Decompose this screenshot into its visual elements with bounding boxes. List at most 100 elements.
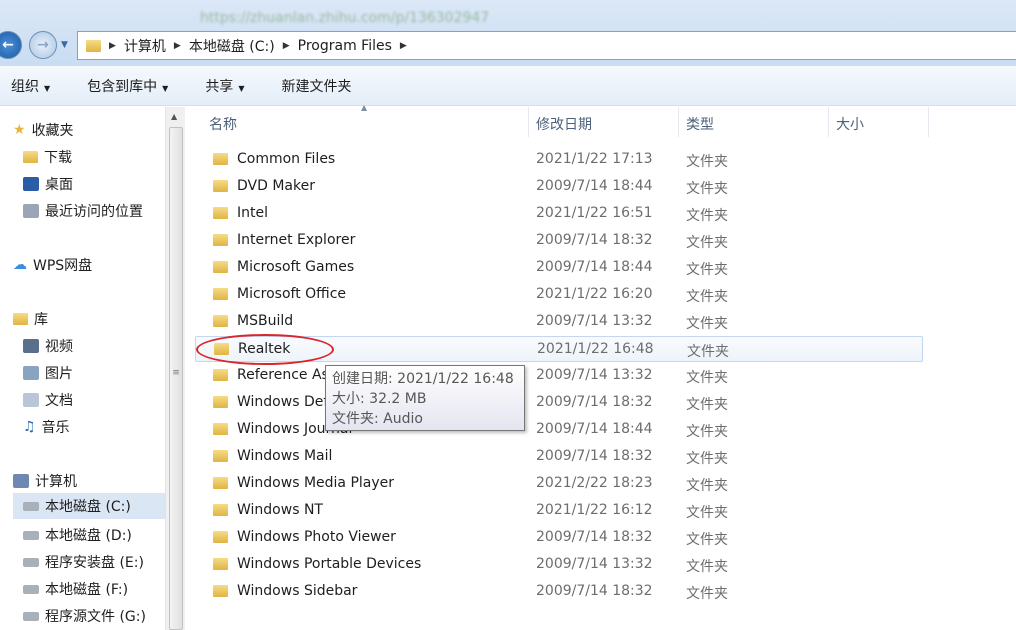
organize-button[interactable]: 组织▼ xyxy=(11,76,50,96)
file-date: 2009/7/14 18:32 xyxy=(536,232,653,248)
folder-icon xyxy=(213,234,228,246)
command-bar: 组织▼ 包含到库中▼ 共享▼ 新建文件夹 xyxy=(0,66,1016,106)
nav-recent[interactable]: 最近访问的位置 xyxy=(23,201,143,221)
nav-label: 视频 xyxy=(45,336,73,356)
breadcrumb-arrow-icon[interactable]: ▶ xyxy=(109,41,116,51)
nav-label: 最近访问的位置 xyxy=(45,201,143,221)
file-date: 2009/7/14 18:32 xyxy=(536,448,653,464)
file-date: 2021/1/22 17:13 xyxy=(536,151,653,167)
nav-pictures[interactable]: 图片 xyxy=(23,363,73,383)
back-button[interactable]: ← xyxy=(0,31,22,59)
nav-drive-f[interactable]: 本地磁盘 (F:) xyxy=(23,579,128,599)
file-row[interactable]: Microsoft Office 2021/1/22 16:20 文件夹 xyxy=(195,282,923,308)
file-row[interactable]: Windows Journal 2009/7/14 18:44 文件夹 xyxy=(195,417,923,443)
nav-drive-e[interactable]: 程序安装盘 (E:) xyxy=(23,552,144,572)
nav-desktop[interactable]: 桌面 xyxy=(23,174,73,194)
column-divider[interactable] xyxy=(828,107,829,137)
nav-drive-g[interactable]: 程序源文件 (G:) xyxy=(23,606,146,626)
file-row[interactable]: Windows Mail 2009/7/14 18:32 文件夹 xyxy=(195,444,923,470)
nav-documents[interactable]: 文档 xyxy=(23,390,73,410)
file-name: Windows Portable Devices xyxy=(237,556,421,572)
breadcrumb-arrow-icon[interactable]: ▶ xyxy=(400,41,407,51)
nav-label: 本地磁盘 (C:) xyxy=(45,496,131,516)
file-row[interactable]: Windows Portable Devices 2009/7/14 13:32… xyxy=(195,552,923,578)
breadcrumb-program-files[interactable]: Program Files xyxy=(298,38,392,54)
new-folder-button[interactable]: 新建文件夹 xyxy=(281,76,351,96)
file-type: 文件夹 xyxy=(686,259,728,279)
file-row[interactable]: Windows Media Player 2021/2/22 18:23 文件夹 xyxy=(195,471,923,497)
breadcrumb-drive-c[interactable]: 本地磁盘 (C:) xyxy=(189,36,275,56)
file-row[interactable]: DVD Maker 2009/7/14 18:44 文件夹 xyxy=(195,174,923,200)
file-row[interactable]: Microsoft Games 2009/7/14 18:44 文件夹 xyxy=(195,255,923,281)
nav-label: 本地磁盘 (D:) xyxy=(45,525,132,545)
new-folder-label: 新建文件夹 xyxy=(281,79,351,95)
file-type: 文件夹 xyxy=(686,583,728,603)
file-row[interactable]: Windows Photo Viewer 2009/7/14 18:32 文件夹 xyxy=(195,525,923,551)
file-row[interactable]: Reference Assemblies 2009/7/14 13:32 文件夹 xyxy=(195,363,923,389)
breadcrumb-arrow-icon[interactable]: ▶ xyxy=(283,41,290,51)
file-type: 文件夹 xyxy=(686,421,728,441)
column-type[interactable]: 类型 xyxy=(686,114,714,134)
column-divider[interactable] xyxy=(678,107,679,137)
file-name: Microsoft Games xyxy=(237,259,354,275)
address-bar[interactable]: ▶ 计算机 ▶ 本地磁盘 (C:) ▶ Program Files ▶ xyxy=(77,31,1016,60)
file-row[interactable]: Internet Explorer 2009/7/14 18:32 文件夹 xyxy=(195,228,923,254)
browser-url: https://zhuanlan.zhihu.com/p/136302947 xyxy=(200,10,489,26)
nav-music[interactable]: ♫音乐 xyxy=(23,417,70,437)
file-name: Intel xyxy=(237,205,268,221)
share-button[interactable]: 共享▼ xyxy=(205,76,244,96)
file-name: Windows Mail xyxy=(237,448,332,464)
nav-label: 程序安装盘 (E:) xyxy=(45,552,144,572)
file-row[interactable]: Common Files 2021/1/22 17:13 文件夹 xyxy=(195,147,923,173)
file-type: 文件夹 xyxy=(686,151,728,171)
folder-icon xyxy=(213,504,228,516)
forward-button[interactable]: → xyxy=(29,31,57,59)
folder-icon xyxy=(213,369,228,381)
file-name: MSBuild xyxy=(237,313,293,329)
nav-drive-c[interactable]: 本地磁盘 (C:) xyxy=(13,493,178,519)
file-type: 文件夹 xyxy=(686,529,728,549)
column-name[interactable]: 名称 xyxy=(209,114,237,134)
breadcrumb-arrow-icon[interactable]: ▶ xyxy=(174,41,181,51)
nav-drive-d[interactable]: 本地磁盘 (D:) xyxy=(23,525,132,545)
nav-wps[interactable]: ☁WPS网盘 xyxy=(13,255,92,275)
star-icon: ★ xyxy=(13,122,26,138)
file-type: 文件夹 xyxy=(686,475,728,495)
scroll-up-icon[interactable]: ▲ xyxy=(171,112,177,121)
include-in-library-button[interactable]: 包含到库中▼ xyxy=(87,76,168,96)
file-row[interactable]: Intel 2021/1/22 16:51 文件夹 xyxy=(195,201,923,227)
scrollbar-thumb[interactable]: ≡ xyxy=(169,127,183,630)
file-type: 文件夹 xyxy=(686,448,728,468)
nav-downloads[interactable]: 下载 xyxy=(23,147,72,167)
nav-videos[interactable]: 视频 xyxy=(23,336,73,356)
file-name: Windows Sidebar xyxy=(237,583,357,599)
column-size[interactable]: 大小 xyxy=(836,114,864,134)
navigation-scrollbar[interactable]: ▲ ≡ xyxy=(165,107,185,630)
file-row[interactable]: MSBuild 2009/7/14 13:32 文件夹 xyxy=(195,309,923,335)
file-row[interactable]: Windows Defender 2009/7/14 18:32 文件夹 xyxy=(195,390,923,416)
nav-label: 程序源文件 (G:) xyxy=(45,606,146,626)
folder-icon xyxy=(213,180,228,192)
column-date[interactable]: 修改日期 xyxy=(536,114,592,134)
nav-label: 桌面 xyxy=(45,174,73,194)
history-dropdown-icon[interactable]: ▼ xyxy=(61,40,68,50)
organize-label: 组织 xyxy=(11,79,39,95)
music-icon: ♫ xyxy=(23,419,36,435)
file-date: 2009/7/14 18:44 xyxy=(536,421,653,437)
nav-computer[interactable]: 计算机 xyxy=(13,471,77,491)
file-date: 2021/1/22 16:12 xyxy=(536,502,653,518)
column-divider[interactable] xyxy=(928,107,929,137)
file-type: 文件夹 xyxy=(687,341,729,361)
file-row[interactable]: Windows NT 2021/1/22 16:12 文件夹 xyxy=(195,498,923,524)
breadcrumb-computer[interactable]: 计算机 xyxy=(124,36,166,56)
nav-library[interactable]: 库 xyxy=(13,309,48,329)
file-type: 文件夹 xyxy=(686,205,728,225)
file-type: 文件夹 xyxy=(686,178,728,198)
file-row[interactable]: Windows Sidebar 2009/7/14 18:32 文件夹 xyxy=(195,579,923,605)
desktop-icon xyxy=(23,177,39,191)
column-divider[interactable] xyxy=(528,107,529,137)
documents-icon xyxy=(23,393,39,407)
nav-favorites[interactable]: ★收藏夹 xyxy=(13,120,74,140)
file-name: Windows NT xyxy=(237,502,323,518)
folder-icon xyxy=(213,531,228,543)
